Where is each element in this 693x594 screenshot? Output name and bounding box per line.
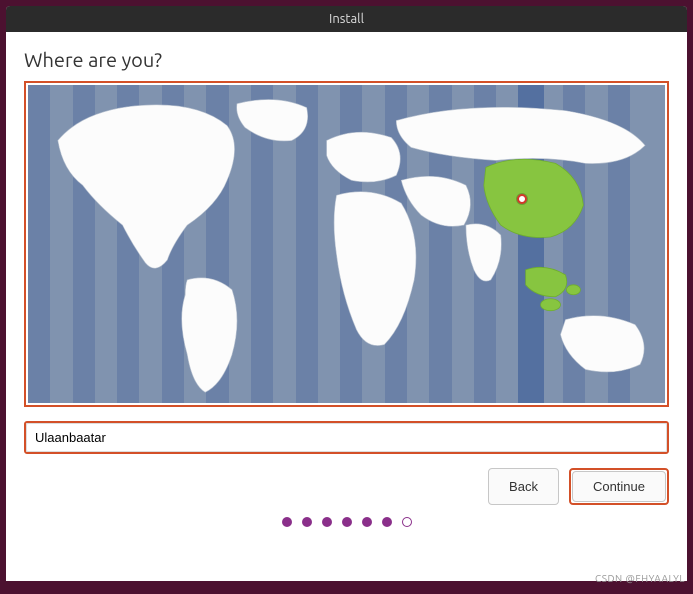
world-map-svg <box>28 85 665 403</box>
progress-dot <box>322 517 332 527</box>
progress-dot <box>362 517 372 527</box>
progress-dot <box>282 517 292 527</box>
timezone-map[interactable] <box>28 85 665 403</box>
map-highlight-frame <box>24 81 669 407</box>
timezone-input[interactable] <box>26 423 667 452</box>
page-heading: Where are you? <box>24 48 669 71</box>
progress-dot-hollow <box>402 517 412 527</box>
back-button[interactable]: Back <box>488 468 559 505</box>
window-title: Install <box>329 12 364 26</box>
timezone-input-frame <box>24 421 669 454</box>
progress-dot <box>342 517 352 527</box>
continue-button[interactable]: Continue <box>572 471 666 502</box>
continue-highlight-frame: Continue <box>569 468 669 505</box>
window-titlebar: Install <box>6 6 687 32</box>
progress-dots <box>24 505 669 535</box>
location-marker-icon <box>517 194 527 204</box>
progress-dot <box>382 517 392 527</box>
progress-dot <box>302 517 312 527</box>
content-area: Where are you? <box>6 32 687 581</box>
watermark-text: CSDN @FHYAALYL <box>595 573 685 584</box>
install-window: Install Where are you? <box>6 6 687 581</box>
button-row: Back Continue <box>24 468 669 505</box>
